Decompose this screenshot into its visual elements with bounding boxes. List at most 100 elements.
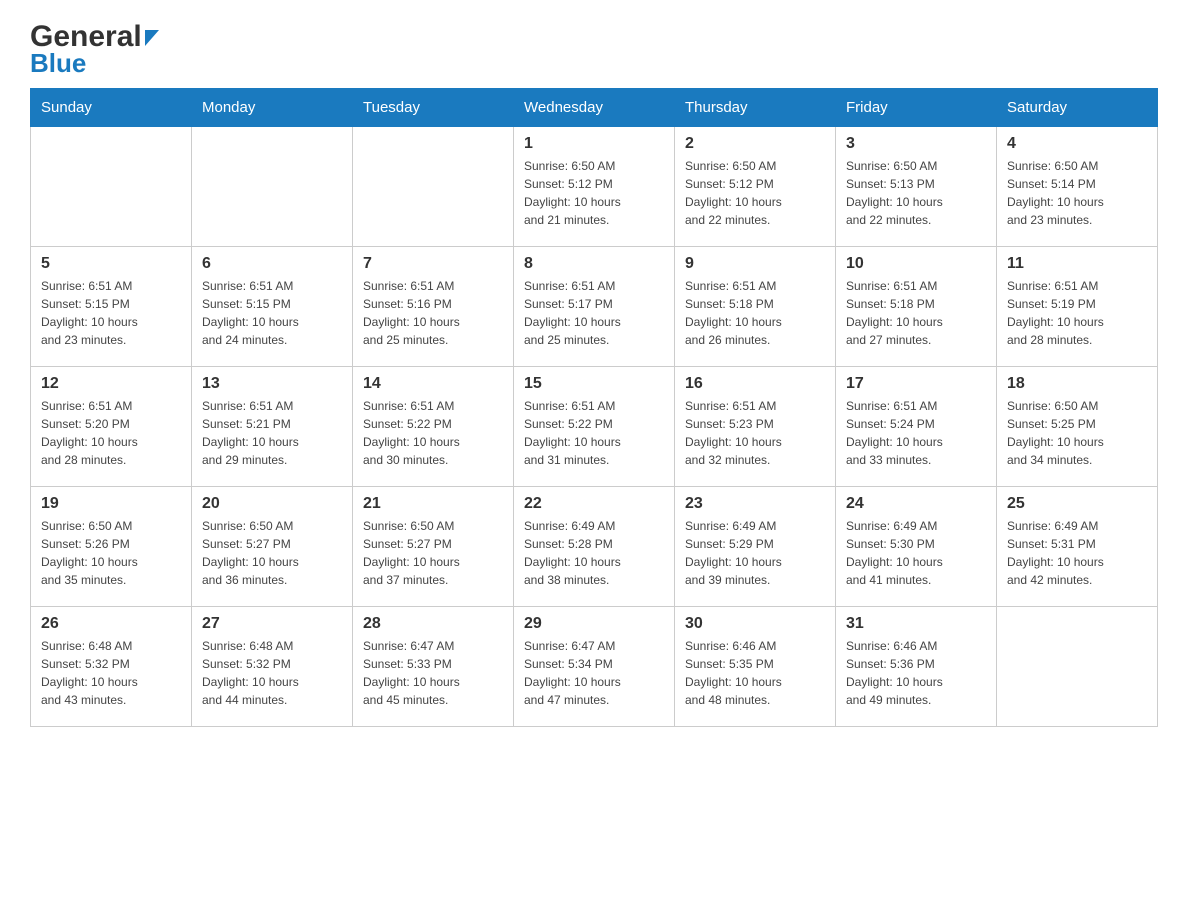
day-info: Sunrise: 6:46 AM Sunset: 5:35 PM Dayligh…	[685, 637, 825, 709]
calendar-week-4: 19Sunrise: 6:50 AM Sunset: 5:26 PM Dayli…	[31, 486, 1158, 606]
calendar-week-5: 26 Sunrise: 6:48 AM Sunset: 5:32 PM Dayli…	[31, 606, 1158, 726]
calendar-cell	[353, 126, 514, 246]
day-info: Sunrise: 6:51 AM Sunset: 5:22 PM Dayligh…	[363, 397, 503, 469]
day-info: Sunrise: 6:48 AM Sunset: 5:32 PM Dayligh…	[41, 637, 181, 709]
calendar-cell	[997, 606, 1158, 726]
day-number: 8	[524, 255, 664, 273]
calendar-cell: 1 Sunrise: 6:50 AM Sunset: 5:12 PM Daylig…	[514, 126, 675, 246]
day-info: Sunrise: 6:50 AM Sunset: 5:14 PM Dayligh…	[1007, 157, 1147, 229]
header-cell-friday: Friday	[836, 88, 997, 126]
day-number: 16	[685, 375, 825, 393]
day-number: 31	[846, 615, 986, 633]
calendar-cell	[192, 126, 353, 246]
day-number: 5	[41, 255, 181, 273]
calendar-cell: 7 Sunrise: 6:51 AM Sunset: 5:16 PM Daylig…	[353, 246, 514, 366]
day-number: 29	[524, 615, 664, 633]
day-number: 17	[846, 375, 986, 393]
day-info: Sunrise: 6:51 AM Sunset: 5:15 PM Dayligh…	[202, 277, 342, 349]
calendar-cell: 24Sunrise: 6:49 AM Sunset: 5:30 PM Dayli…	[836, 486, 997, 606]
calendar-cell	[31, 126, 192, 246]
calendar-cell: 9 Sunrise: 6:51 AM Sunset: 5:18 PM Daylig…	[675, 246, 836, 366]
day-info: Sunrise: 6:49 AM Sunset: 5:28 PM Dayligh…	[524, 517, 664, 589]
day-number: 14	[363, 375, 503, 393]
calendar-cell: 3 Sunrise: 6:50 AM Sunset: 5:13 PM Daylig…	[836, 126, 997, 246]
day-number: 6	[202, 255, 342, 273]
day-number: 26	[41, 615, 181, 633]
calendar-cell: 2Sunrise: 6:50 AM Sunset: 5:12 PM Daylig…	[675, 126, 836, 246]
day-info: Sunrise: 6:51 AM Sunset: 5:22 PM Dayligh…	[524, 397, 664, 469]
day-number: 18	[1007, 375, 1147, 393]
calendar-cell: 6 Sunrise: 6:51 AM Sunset: 5:15 PM Daylig…	[192, 246, 353, 366]
calendar-cell: 29 Sunrise: 6:47 AM Sunset: 5:34 PM Dayli…	[514, 606, 675, 726]
header-cell-tuesday: Tuesday	[353, 88, 514, 126]
calendar-cell: 8 Sunrise: 6:51 AM Sunset: 5:17 PM Daylig…	[514, 246, 675, 366]
day-number: 25	[1007, 495, 1147, 513]
calendar-week-1: 1 Sunrise: 6:50 AM Sunset: 5:12 PM Daylig…	[31, 126, 1158, 246]
calendar-cell: 20Sunrise: 6:50 AM Sunset: 5:27 PM Dayli…	[192, 486, 353, 606]
day-info: Sunrise: 6:51 AM Sunset: 5:16 PM Dayligh…	[363, 277, 503, 349]
day-number: 12	[41, 375, 181, 393]
day-number: 20	[202, 495, 342, 513]
day-number: 1	[524, 135, 664, 153]
day-number: 3	[846, 135, 986, 153]
header-cell-wednesday: Wednesday	[514, 88, 675, 126]
calendar-cell: 28 Sunrise: 6:47 AM Sunset: 5:33 PM Dayli…	[353, 606, 514, 726]
day-number: 19	[41, 495, 181, 513]
day-info: Sunrise: 6:51 AM Sunset: 5:24 PM Dayligh…	[846, 397, 986, 469]
day-info: Sunrise: 6:50 AM Sunset: 5:27 PM Dayligh…	[363, 517, 503, 589]
calendar-cell: 5Sunrise: 6:51 AM Sunset: 5:15 PM Daylig…	[31, 246, 192, 366]
calendar-cell: 12 Sunrise: 6:51 AM Sunset: 5:20 PM Dayli…	[31, 366, 192, 486]
calendar-cell: 4 Sunrise: 6:50 AM Sunset: 5:14 PM Daylig…	[997, 126, 1158, 246]
day-info: Sunrise: 6:51 AM Sunset: 5:18 PM Dayligh…	[685, 277, 825, 349]
day-info: Sunrise: 6:51 AM Sunset: 5:17 PM Dayligh…	[524, 277, 664, 349]
header-cell-sunday: Sunday	[31, 88, 192, 126]
calendar-cell: 19Sunrise: 6:50 AM Sunset: 5:26 PM Dayli…	[31, 486, 192, 606]
calendar-cell: 13 Sunrise: 6:51 AM Sunset: 5:21 PM Dayli…	[192, 366, 353, 486]
day-number: 7	[363, 255, 503, 273]
day-info: Sunrise: 6:49 AM Sunset: 5:31 PM Dayligh…	[1007, 517, 1147, 589]
calendar-cell: 14 Sunrise: 6:51 AM Sunset: 5:22 PM Dayli…	[353, 366, 514, 486]
day-number: 28	[363, 615, 503, 633]
day-info: Sunrise: 6:50 AM Sunset: 5:12 PM Dayligh…	[685, 157, 825, 229]
calendar-cell: 25 Sunrise: 6:49 AM Sunset: 5:31 PM Dayli…	[997, 486, 1158, 606]
day-number: 27	[202, 615, 342, 633]
header-cell-thursday: Thursday	[675, 88, 836, 126]
header-cell-monday: Monday	[192, 88, 353, 126]
calendar-cell: 16 Sunrise: 6:51 AM Sunset: 5:23 PM Dayli…	[675, 366, 836, 486]
day-info: Sunrise: 6:47 AM Sunset: 5:33 PM Dayligh…	[363, 637, 503, 709]
header-cell-saturday: Saturday	[997, 88, 1158, 126]
day-number: 9	[685, 255, 825, 273]
day-number: 15	[524, 375, 664, 393]
day-info: Sunrise: 6:51 AM Sunset: 5:20 PM Dayligh…	[41, 397, 181, 469]
calendar-cell: 21 Sunrise: 6:50 AM Sunset: 5:27 PM Dayli…	[353, 486, 514, 606]
day-number: 22	[524, 495, 664, 513]
calendar-cell: 30Sunrise: 6:46 AM Sunset: 5:35 PM Dayli…	[675, 606, 836, 726]
calendar-cell: 10 Sunrise: 6:51 AM Sunset: 5:18 PM Dayli…	[836, 246, 997, 366]
day-info: Sunrise: 6:50 AM Sunset: 5:13 PM Dayligh…	[846, 157, 986, 229]
calendar-header: SundayMondayTuesdayWednesdayThursdayFrid…	[31, 88, 1158, 126]
calendar-cell: 17 Sunrise: 6:51 AM Sunset: 5:24 PM Dayli…	[836, 366, 997, 486]
calendar-body: 1 Sunrise: 6:50 AM Sunset: 5:12 PM Daylig…	[31, 126, 1158, 726]
day-info: Sunrise: 6:49 AM Sunset: 5:29 PM Dayligh…	[685, 517, 825, 589]
day-info: Sunrise: 6:46 AM Sunset: 5:36 PM Dayligh…	[846, 637, 986, 709]
day-number: 4	[1007, 135, 1147, 153]
calendar-cell: 31 Sunrise: 6:46 AM Sunset: 5:36 PM Dayli…	[836, 606, 997, 726]
calendar-week-3: 12 Sunrise: 6:51 AM Sunset: 5:20 PM Dayli…	[31, 366, 1158, 486]
day-info: Sunrise: 6:51 AM Sunset: 5:19 PM Dayligh…	[1007, 277, 1147, 349]
calendar-cell: 11Sunrise: 6:51 AM Sunset: 5:19 PM Dayli…	[997, 246, 1158, 366]
day-info: Sunrise: 6:51 AM Sunset: 5:21 PM Dayligh…	[202, 397, 342, 469]
day-number: 13	[202, 375, 342, 393]
calendar-cell: 23Sunrise: 6:49 AM Sunset: 5:29 PM Dayli…	[675, 486, 836, 606]
day-info: Sunrise: 6:47 AM Sunset: 5:34 PM Dayligh…	[524, 637, 664, 709]
day-info: Sunrise: 6:50 AM Sunset: 5:12 PM Dayligh…	[524, 157, 664, 229]
header-row: SundayMondayTuesdayWednesdayThursdayFrid…	[31, 88, 1158, 126]
calendar-cell: 15 Sunrise: 6:51 AM Sunset: 5:22 PM Dayli…	[514, 366, 675, 486]
calendar-cell: 18Sunrise: 6:50 AM Sunset: 5:25 PM Dayli…	[997, 366, 1158, 486]
calendar-table: SundayMondayTuesdayWednesdayThursdayFrid…	[30, 88, 1158, 727]
day-info: Sunrise: 6:49 AM Sunset: 5:30 PM Dayligh…	[846, 517, 986, 589]
day-info: Sunrise: 6:51 AM Sunset: 5:23 PM Dayligh…	[685, 397, 825, 469]
day-number: 10	[846, 255, 986, 273]
day-number: 21	[363, 495, 503, 513]
day-info: Sunrise: 6:51 AM Sunset: 5:18 PM Dayligh…	[846, 277, 986, 349]
logo: General Blue	[30, 20, 159, 78]
